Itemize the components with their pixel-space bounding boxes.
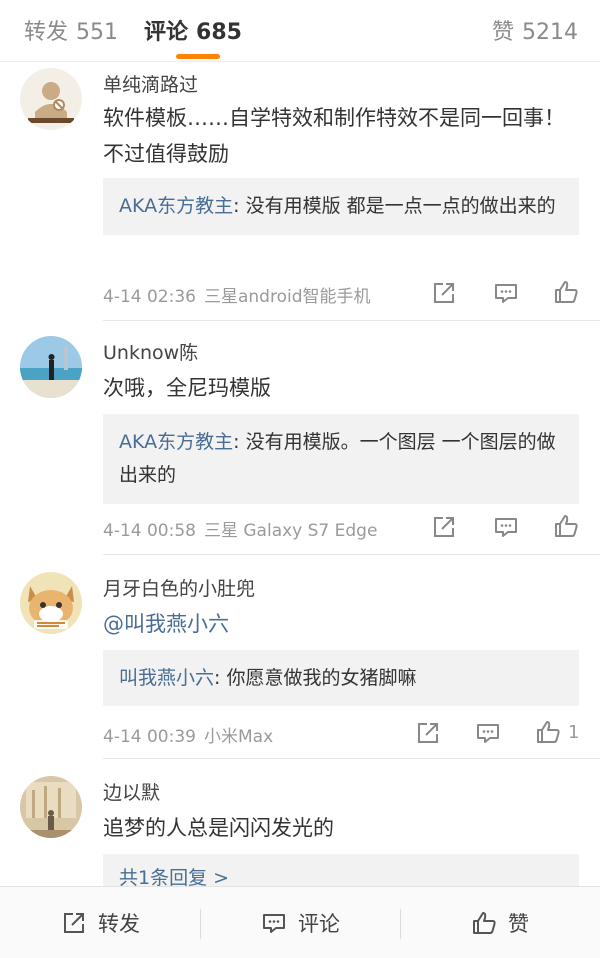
comment-username[interactable]: 单纯滴路过: [103, 70, 198, 97]
comment-device: 三星 Galaxy S7 Edge: [203, 521, 378, 541]
comment-text: 软件模板……自学特效和制作特效不是同一回事！不过值得鼓励: [103, 106, 565, 166]
share-icon[interactable]: [430, 279, 458, 307]
tab-likes-label: 赞: [492, 20, 515, 45]
avatar[interactable]: [20, 68, 82, 130]
comment-button[interactable]: 评论: [260, 887, 340, 958]
bottom-separator: [200, 909, 201, 939]
avatar[interactable]: [20, 776, 82, 838]
tab-comments[interactable]: 评论 685: [144, 14, 242, 46]
reply-text: : 你愿意做我的女猪脚嘛: [214, 667, 417, 689]
comment-label: 评论: [298, 912, 340, 936]
avatar[interactable]: [20, 572, 82, 634]
reply-author[interactable]: AKA东方教主: [119, 195, 233, 217]
comment-text: 追梦的人总是闪闪发光的: [103, 816, 334, 840]
tab-reposts-count: 551: [76, 20, 119, 45]
bottom-action-bar: 转发 评论 赞: [0, 886, 600, 958]
like-count: 1: [568, 722, 580, 743]
like-icon[interactable]: [552, 512, 580, 540]
share-icon: [64, 913, 84, 933]
reply-author[interactable]: AKA东方教主: [119, 431, 233, 453]
repost-label: 转发: [98, 912, 140, 936]
active-tab-indicator: [176, 54, 220, 59]
comment-meta: 4-14 00:58 三星 Galaxy S7 Edge: [103, 516, 377, 541]
comment-divider: [103, 554, 600, 555]
comment-meta: 4-14 00:39 小米Max: [103, 722, 273, 747]
tab-bar: 转发 551 评论 685 赞 5214: [0, 0, 600, 62]
comment-time: 4-14 00:58: [103, 521, 196, 541]
like-icon: [473, 912, 496, 934]
like-icon[interactable]: [534, 718, 562, 746]
like-button[interactable]: 赞: [470, 887, 529, 958]
comment-icon[interactable]: [492, 279, 520, 307]
comment-icon[interactable]: [474, 719, 502, 747]
share-icon[interactable]: [430, 513, 458, 541]
tab-reposts-label: 转发: [24, 20, 69, 45]
comment-icon: [263, 914, 285, 933]
comment-icon[interactable]: [492, 513, 520, 541]
tab-comments-label: 评论: [144, 20, 189, 45]
like-label: 赞: [508, 912, 529, 936]
comment-meta: 4-14 02:36 三星android智能手机: [103, 282, 371, 307]
comment-divider: [103, 320, 600, 321]
tabbar-divider: [0, 61, 600, 62]
comment-text[interactable]: @叫我燕小六: [103, 606, 581, 642]
tab-likes-count: 5214: [522, 20, 579, 45]
comment-username[interactable]: 月牙白色的小肚兜: [103, 574, 255, 601]
repost-button[interactable]: 转发: [60, 887, 140, 958]
reply-text: : 没有用模版 都是一点一点的做出来的: [233, 195, 556, 217]
comment-username[interactable]: Unknow陈: [103, 338, 198, 365]
tab-reposts[interactable]: 转发 551: [24, 14, 118, 46]
bottom-separator: [400, 909, 401, 939]
comment-divider: [103, 758, 600, 759]
comment-device: 三星android智能手机: [203, 287, 371, 307]
reply-author[interactable]: 叫我燕小六: [119, 667, 214, 689]
avatar[interactable]: [20, 336, 82, 398]
tab-likes[interactable]: 赞 5214: [492, 14, 578, 46]
comment-username[interactable]: 边以默: [103, 778, 160, 805]
share-icon[interactable]: [414, 719, 442, 747]
comment-device: 小米Max: [203, 727, 274, 747]
like-icon[interactable]: [552, 278, 580, 306]
reply-box[interactable]: AKA东方教主: 没有用模版 都是一点一点的做出来的: [103, 178, 579, 235]
comment-text: 次哦，全尼玛模版: [103, 376, 271, 400]
tab-comments-count: 685: [196, 20, 242, 45]
reply-box[interactable]: AKA东方教主: 没有用模版。一个图层 一个图层的做出来的: [103, 414, 579, 504]
reply-box[interactable]: 叫我燕小六: 你愿意做我的女猪脚嘛: [103, 650, 579, 706]
comment-time: 4-14 02:36: [103, 287, 196, 307]
comment-time: 4-14 00:39: [103, 727, 196, 747]
